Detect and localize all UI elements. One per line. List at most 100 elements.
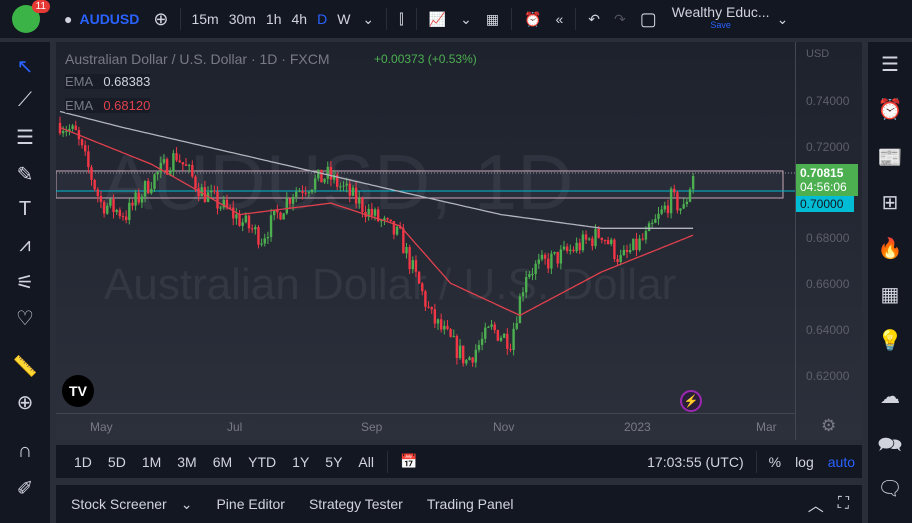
price-chart[interactable] bbox=[56, 42, 795, 413]
time-label: Sep bbox=[361, 420, 383, 434]
range-3m[interactable]: 3M bbox=[169, 454, 204, 470]
chats-icon[interactable]: 🗪 bbox=[875, 430, 905, 464]
tab-stock-screener[interactable]: Stock Screener bbox=[64, 496, 174, 512]
chevron-down-icon[interactable]: ⌄ bbox=[174, 496, 200, 513]
messages-icon[interactable]: 🗨 bbox=[875, 476, 905, 501]
range-1m[interactable]: 1M bbox=[134, 454, 169, 470]
compare-add-icon[interactable]: ⊕ bbox=[146, 9, 175, 30]
user-avatar[interactable]: 11 bbox=[12, 0, 50, 33]
clock-display[interactable]: 17:03:55 (UTC) bbox=[647, 454, 743, 470]
candle-body bbox=[156, 171, 159, 175]
undo-icon[interactable]: ↶ bbox=[581, 11, 607, 28]
redo-icon[interactable]: ↷ bbox=[607, 11, 633, 28]
tab-pine-editor[interactable]: Pine Editor bbox=[209, 496, 291, 512]
chevron-up-icon[interactable]: ︿ bbox=[801, 492, 831, 516]
fib-icon[interactable]: ☰ bbox=[10, 125, 40, 150]
time-label: Mar bbox=[756, 420, 777, 434]
range-all[interactable]: All bbox=[350, 454, 382, 470]
interval-30m[interactable]: 30m bbox=[224, 11, 261, 27]
percent-scale-toggle[interactable]: % bbox=[762, 454, 788, 470]
tab-trading-panel[interactable]: Trading Panel bbox=[420, 496, 521, 512]
trendline-icon[interactable]: ⟋ bbox=[10, 89, 40, 112]
lock-drawing-icon[interactable]: ✐ bbox=[10, 476, 40, 501]
candle-body bbox=[622, 249, 626, 256]
chevron-down-icon[interactable]: ⌄ bbox=[770, 11, 796, 28]
currency-selector[interactable]: USD bbox=[806, 48, 829, 60]
log-scale-toggle[interactable]: log bbox=[788, 454, 821, 470]
news-icon[interactable]: 📰 bbox=[875, 145, 905, 170]
candle-body bbox=[569, 249, 572, 251]
candles-icon[interactable]: ⫿ bbox=[392, 11, 410, 28]
interval-w[interactable]: W bbox=[332, 11, 355, 27]
favorites-heart-icon[interactable]: ♡ bbox=[10, 306, 40, 331]
ema-legend-2[interactable]: EMA 0.68120 bbox=[65, 98, 151, 113]
tradingview-logo[interactable]: TV bbox=[62, 375, 94, 407]
calendar-icon[interactable]: ▦ bbox=[875, 282, 905, 307]
candle-body bbox=[323, 178, 326, 183]
chart-pane[interactable]: AUDUSD, 1D Australian Dollar / U.S. Doll… bbox=[56, 42, 862, 440]
tab-strategy-tester[interactable]: Strategy Tester bbox=[302, 496, 410, 512]
text-icon[interactable]: T bbox=[10, 198, 40, 221]
candle-body bbox=[468, 357, 471, 360]
candle-body bbox=[515, 323, 518, 329]
fullscreen-square-icon[interactable]: ▢ bbox=[633, 9, 664, 30]
candle-body bbox=[455, 336, 459, 359]
price-axis[interactable]: USD 0.74000 0.72000 0.68000 0.66000 0.64… bbox=[796, 42, 862, 413]
indicators-icon[interactable]: 📈 bbox=[422, 11, 453, 28]
interval-15m[interactable]: 15m bbox=[186, 11, 223, 27]
magnet-icon[interactable]: ∩ bbox=[10, 440, 40, 463]
candle-body bbox=[320, 169, 323, 183]
candle-body bbox=[247, 215, 251, 229]
candle-body bbox=[575, 242, 578, 252]
layout-save[interactable]: Wealthy Educ... Save bbox=[672, 5, 770, 32]
candle-body bbox=[361, 198, 364, 212]
range-5d[interactable]: 5D bbox=[100, 454, 134, 470]
chevron-down-icon[interactable]: ⌄ bbox=[355, 11, 381, 28]
interval-d[interactable]: D bbox=[312, 11, 332, 27]
ruler-icon[interactable]: 📏 bbox=[10, 354, 40, 379]
range-6m[interactable]: 6M bbox=[205, 454, 240, 470]
candle-body bbox=[525, 276, 528, 293]
watchlist-icon[interactable]: ☰ bbox=[875, 52, 905, 77]
candle-body bbox=[93, 179, 96, 190]
chevron-down-icon[interactable]: ⌄ bbox=[453, 11, 479, 28]
candle-body bbox=[354, 187, 358, 204]
lightning-event-icon[interactable]: ⚡ bbox=[680, 390, 702, 412]
alert-icon[interactable]: ⏰ bbox=[517, 11, 548, 28]
candle-body bbox=[339, 186, 342, 188]
symbol-search[interactable]: AUDUSD bbox=[72, 11, 146, 27]
settings-gear-icon[interactable]: ⚙ bbox=[821, 416, 836, 436]
zoom-in-icon[interactable]: ⊕ bbox=[10, 390, 40, 415]
range-ytd[interactable]: YTD bbox=[240, 454, 284, 470]
time-label: Jul bbox=[227, 420, 243, 434]
maximize-icon[interactable]: ⛶ bbox=[831, 495, 856, 513]
hotlist-fire-icon[interactable]: 🔥 bbox=[875, 236, 905, 261]
alarm-clock-icon[interactable]: ⏰ bbox=[875, 97, 905, 122]
layout-grid-icon[interactable]: ▦ bbox=[479, 11, 506, 28]
replay-icon[interactable]: « bbox=[548, 11, 570, 27]
candle-body bbox=[452, 336, 455, 338]
range-5y[interactable]: 5Y bbox=[317, 454, 350, 470]
candle-body bbox=[74, 125, 77, 131]
ema-slow-line bbox=[59, 110, 694, 229]
pattern-icon[interactable]: ⩘ bbox=[10, 234, 40, 257]
interval-4h[interactable]: 4h bbox=[287, 11, 313, 27]
range-1y[interactable]: 1Y bbox=[284, 454, 317, 470]
ema-label: EMA bbox=[65, 74, 93, 89]
candle-body bbox=[679, 208, 682, 211]
add-list-icon[interactable]: ⊞ bbox=[875, 190, 905, 215]
date-range-icon[interactable]: 📅 bbox=[393, 453, 424, 470]
auto-scale-toggle[interactable]: auto bbox=[821, 454, 862, 470]
cursor-icon[interactable]: ↖ bbox=[10, 54, 40, 79]
candle-body bbox=[408, 247, 411, 270]
ideas-lightbulb-icon[interactable]: 💡 bbox=[875, 328, 905, 353]
brush-icon[interactable]: ✎ bbox=[10, 162, 40, 187]
candle-body bbox=[112, 198, 115, 213]
right-sidebar: ☰ ⏰ 📰 ⊞ 🔥 ▦ 💡 ☁ 🗪 🗨 bbox=[868, 42, 912, 523]
candle-body bbox=[543, 254, 547, 259]
forecast-icon[interactable]: ⚟ bbox=[10, 270, 40, 295]
interval-1h[interactable]: 1h bbox=[261, 11, 287, 27]
range-1d[interactable]: 1D bbox=[66, 454, 100, 470]
chat-cloud-icon[interactable]: ☁ bbox=[875, 384, 905, 409]
ema-legend-1[interactable]: EMA 0.68383 bbox=[65, 74, 151, 89]
